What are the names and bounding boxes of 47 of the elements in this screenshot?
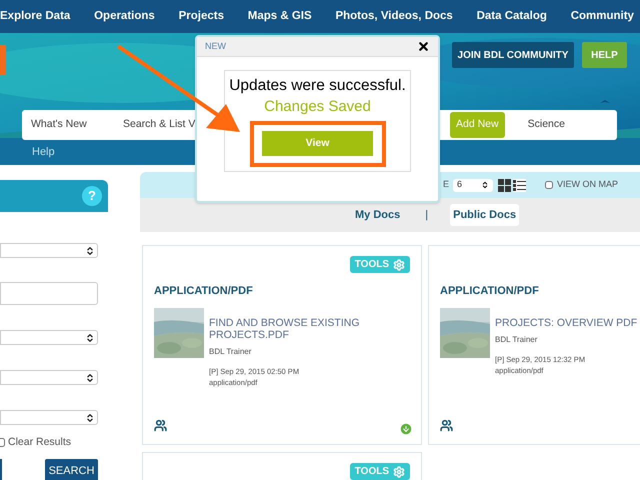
gear-icon [393, 258, 405, 270]
grid-view-icon[interactable] [498, 178, 512, 192]
doc-title-link[interactable]: FIND AND BROWSE EXISTING PROJECTS.PDF [209, 316, 419, 340]
page-size-label: E [443, 178, 450, 192]
select-arrows-icon [481, 181, 490, 189]
close-icon[interactable] [417, 40, 430, 53]
select-arrows-icon [85, 372, 95, 382]
page-size-select[interactable]: 6 [453, 178, 494, 192]
doc-tab[interactable]: My Docs [352, 204, 404, 226]
nav-link[interactable]: Photos, Videos, Docs [335, 8, 453, 26]
select-arrows-icon [85, 412, 95, 422]
doc-tab[interactable]: Public Docs [450, 204, 520, 226]
list-view-icon[interactable] [513, 178, 526, 192]
success-message: Updates were successful. [229, 77, 406, 95]
sub-nav-tab[interactable]: What's New [31, 117, 123, 133]
nav-link[interactable]: Maps & GIS [248, 8, 312, 26]
nav-link[interactable]: Community [570, 8, 634, 26]
doc-title-link[interactable]: PROJECTS: OVERVIEW PDF [495, 316, 640, 328]
group-icon [154, 419, 167, 432]
doc-type: APPLICATION/PDF [154, 284, 254, 299]
text-field[interactable] [0, 282, 98, 305]
select-field[interactable] [0, 370, 98, 385]
tab-separator: | [425, 208, 428, 223]
select-field[interactable] [0, 410, 98, 425]
download-icon[interactable] [399, 422, 413, 436]
dialog-title: NEW [205, 40, 226, 53]
view-on-map-checkbox[interactable] [545, 181, 554, 189]
gear-icon [393, 466, 405, 478]
nav-link[interactable]: Data Catalog [476, 8, 547, 26]
select-arrows-icon [85, 332, 95, 342]
select-field[interactable] [0, 243, 98, 258]
doc-author: BDL Trainer [495, 334, 538, 346]
clear-results-label: Clear Results [8, 435, 72, 450]
select-arrows-icon [85, 246, 95, 256]
join-community-button[interactable]: JOIN BDL COMMUNITY [452, 42, 574, 68]
nav-link[interactable]: Explore Data [0, 8, 70, 26]
view-on-map-label: VIEW ON MAP [557, 178, 618, 192]
doc-type: APPLICATION/PDF [440, 284, 540, 299]
group-icon [440, 419, 453, 432]
nav-link[interactable]: Projects [178, 8, 224, 26]
sub-nav-tab[interactable]: Science [528, 117, 565, 133]
changes-saved-text: Changes Saved [264, 98, 371, 116]
doc-author: BDL Trainer [209, 346, 252, 358]
search-button[interactable]: SEARCH [45, 458, 98, 480]
help-link[interactable]: Help [32, 144, 55, 160]
select-field[interactable] [0, 330, 98, 345]
nav-link[interactable]: Operations [94, 8, 155, 26]
